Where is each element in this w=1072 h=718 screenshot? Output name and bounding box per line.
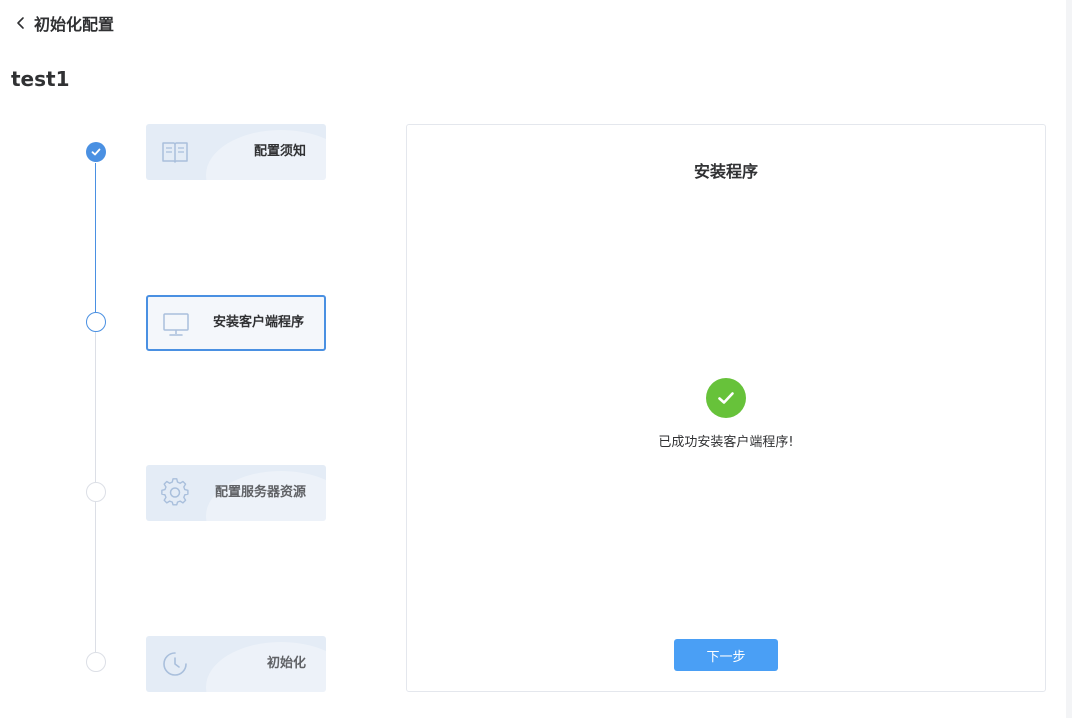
step-dot-done	[86, 142, 106, 162]
timeline-line-completed	[95, 163, 96, 312]
check-circle-icon	[706, 378, 746, 418]
step-card-server-resources[interactable]: 配置服务器资源	[146, 465, 326, 521]
step-label: 配置服务器资源	[214, 485, 306, 500]
chevron-left-icon[interactable]	[14, 16, 28, 30]
project-name: test1	[11, 67, 70, 91]
monitor-icon	[163, 313, 189, 336]
step-card-config-notes[interactable]: 配置须知	[146, 124, 326, 180]
step-dot-pending	[86, 482, 106, 502]
panel-title: 安装程序	[693, 162, 758, 181]
check-icon	[718, 392, 734, 404]
check-icon	[91, 148, 101, 156]
step-label: 初始化	[266, 656, 306, 671]
gear-icon	[161, 478, 189, 506]
back-link[interactable]: 初始化配置	[14, 10, 114, 36]
step-dot-active	[86, 312, 106, 332]
right-edge-divider	[1066, 0, 1072, 718]
step-card-initialize[interactable]: 初始化	[146, 636, 326, 692]
step-card-install-client[interactable]: 安装客户端程序	[146, 295, 326, 351]
install-panel: 安装程序 已成功安装客户端程序! 下一步	[406, 124, 1046, 692]
step-dot-pending	[86, 652, 106, 672]
next-step-button[interactable]: 下一步	[674, 639, 778, 671]
book-icon	[162, 142, 188, 163]
clock-icon	[163, 652, 187, 676]
step-label: 配置须知	[253, 144, 306, 159]
success-message: 已成功安装客户端程序!	[658, 435, 794, 450]
step-label: 安装客户端程序	[212, 315, 304, 330]
page-title: 初始化配置	[34, 15, 115, 34]
